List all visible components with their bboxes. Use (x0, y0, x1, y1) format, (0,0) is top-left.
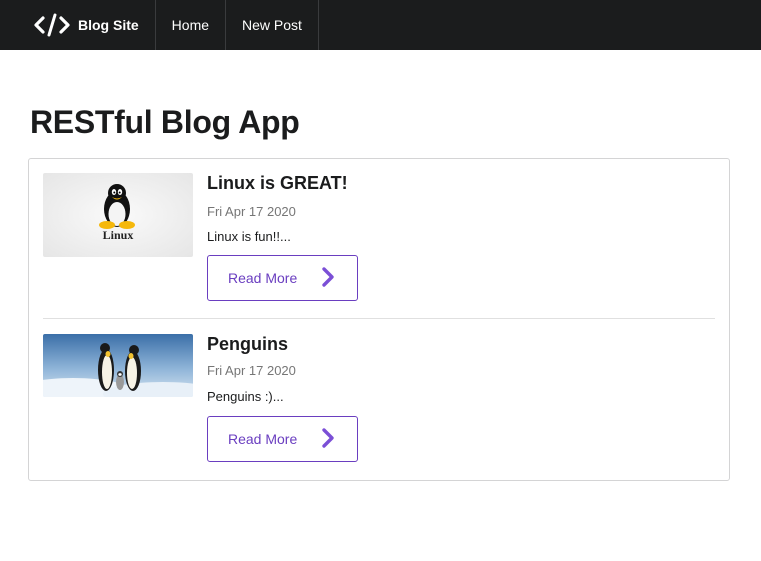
post-date: Fri Apr 17 2020 (207, 363, 296, 378)
post-list: Linux Linux is GREAT! Fri Apr 17 2020 Li… (28, 158, 730, 481)
tux-penguin-image: Linux (43, 173, 193, 257)
read-more-button[interactable]: Read More (207, 416, 358, 462)
chevron-right-icon (322, 428, 334, 448)
post-title[interactable]: Penguins (207, 334, 288, 355)
read-more-label: Read More (228, 431, 298, 447)
chevron-right-icon (322, 267, 334, 287)
brand-label: Blog Site (78, 17, 139, 33)
nav-item-home[interactable]: Home (156, 0, 227, 50)
code-icon (34, 13, 70, 37)
post-excerpt: Penguins :)... (207, 389, 284, 404)
post-thumbnail-penguins (43, 334, 193, 397)
read-more-button[interactable]: Read More (207, 255, 358, 301)
post-date: Fri Apr 17 2020 (207, 204, 296, 219)
page-title: RESTful Blog App (30, 104, 300, 140)
read-more-label: Read More (228, 270, 298, 286)
post-thumbnail-linux: Linux (43, 173, 193, 257)
brand-link[interactable]: Blog Site (0, 0, 156, 50)
linux-logo-text: Linux (103, 228, 134, 242)
nav-item-new-post[interactable]: New Post (226, 0, 319, 50)
post-item: Linux Linux is GREAT! Fri Apr 17 2020 Li… (43, 173, 715, 319)
post-title[interactable]: Linux is GREAT! (207, 173, 348, 194)
post-item: Penguins Fri Apr 17 2020 Penguins :)... … (43, 334, 715, 468)
post-excerpt: Linux is fun!!... (207, 229, 291, 244)
penguins-image (43, 334, 193, 397)
top-navbar: Blog Site Home New Post (0, 0, 761, 50)
